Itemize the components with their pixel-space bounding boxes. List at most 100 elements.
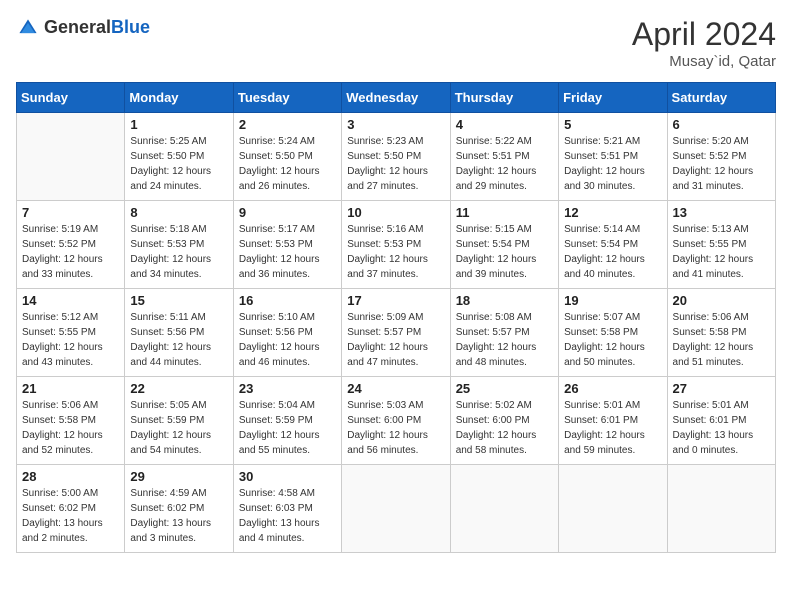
calendar-subtitle: Musay`id, Qatar: [632, 53, 776, 70]
day-cell: [667, 465, 775, 553]
day-info: Sunrise: 5:10 AMSunset: 5:56 PMDaylight:…: [239, 310, 336, 370]
day-info: Sunrise: 5:09 AMSunset: 5:57 PMDaylight:…: [347, 310, 444, 370]
day-cell: 20 Sunrise: 5:06 AMSunset: 5:58 PMDayligh…: [667, 289, 775, 377]
day-cell: [450, 465, 558, 553]
day-info: Sunrise: 5:12 AMSunset: 5:55 PMDaylight:…: [22, 310, 119, 370]
day-info: Sunrise: 5:06 AMSunset: 5:58 PMDaylight:…: [22, 398, 119, 458]
day-cell: 6Sunrise: 5:20 AMSunset: 5:52 PMDaylight…: [667, 113, 775, 201]
title-block: April 2024 Musay`id, Qatar: [632, 16, 776, 70]
day-cell: 18 Sunrise: 5:08 AMSunset: 5:57 PMDayligh…: [450, 289, 558, 377]
day-number: 17: [347, 293, 444, 308]
day-cell: 14Sunrise: 5:12 AMSunset: 5:55 PMDayligh…: [17, 289, 125, 377]
logo-icon: [16, 16, 40, 40]
day-cell: 27 Sunrise: 5:01 AMSunset: 6:01 PMDayligh…: [667, 377, 775, 465]
day-info: Sunrise: 5:04 AMSunset: 5:59 PMDaylight:…: [239, 398, 336, 458]
day-info: Sunrise: 5:24 AMSunset: 5:50 PMDaylight:…: [239, 134, 336, 194]
day-number: 1: [130, 117, 227, 132]
day-number: 27: [673, 381, 770, 396]
day-number: 16: [239, 293, 336, 308]
week-row-5: 28Sunrise: 5:00 AMSunset: 6:02 PMDayligh…: [17, 465, 776, 553]
day-cell: 11Sunrise: 5:15 AMSunset: 5:54 PMDayligh…: [450, 201, 558, 289]
header-cell-monday: Monday: [125, 83, 233, 113]
week-row-3: 14Sunrise: 5:12 AMSunset: 5:55 PMDayligh…: [17, 289, 776, 377]
day-number: 9: [239, 205, 336, 220]
calendar-table: SundayMondayTuesdayWednesdayThursdayFrid…: [16, 82, 776, 553]
day-cell: 8Sunrise: 5:18 AMSunset: 5:53 PMDaylight…: [125, 201, 233, 289]
day-info: Sunrise: 5:01 AMSunset: 6:01 PMDaylight:…: [564, 398, 661, 458]
day-info: Sunrise: 5:25 AMSunset: 5:50 PMDaylight:…: [130, 134, 227, 194]
day-number: 26: [564, 381, 661, 396]
day-number: 12: [564, 205, 661, 220]
day-cell: 15 Sunrise: 5:11 AMSunset: 5:56 PMDayligh…: [125, 289, 233, 377]
day-number: 15: [130, 293, 227, 308]
day-number: 3: [347, 117, 444, 132]
day-info: Sunrise: 5:13 AMSunset: 5:55 PMDaylight:…: [673, 222, 770, 282]
day-cell: 28Sunrise: 5:00 AMSunset: 6:02 PMDayligh…: [17, 465, 125, 553]
day-info: Sunrise: 5:16 AMSunset: 5:53 PMDaylight:…: [347, 222, 444, 282]
day-cell: 26 Sunrise: 5:01 AMSunset: 6:01 PMDayligh…: [559, 377, 667, 465]
day-number: 29: [130, 469, 227, 484]
day-number: 28: [22, 469, 119, 484]
day-number: 2: [239, 117, 336, 132]
logo: GeneralBlue: [16, 16, 150, 40]
day-info: Sunrise: 5:22 AMSunset: 5:51 PMDaylight:…: [456, 134, 553, 194]
day-number: 8: [130, 205, 227, 220]
day-cell: 17 Sunrise: 5:09 AMSunset: 5:57 PMDayligh…: [342, 289, 450, 377]
logo-text-blue: Blue: [111, 17, 150, 37]
day-cell: [342, 465, 450, 553]
day-cell: 1 Sunrise: 5:25 AMSunset: 5:50 PMDaylight…: [125, 113, 233, 201]
day-info: Sunrise: 5:02 AMSunset: 6:00 PMDaylight:…: [456, 398, 553, 458]
day-cell: 23Sunrise: 5:04 AMSunset: 5:59 PMDayligh…: [233, 377, 341, 465]
calendar-title: April 2024: [632, 16, 776, 53]
day-info: Sunrise: 5:23 AMSunset: 5:50 PMDaylight:…: [347, 134, 444, 194]
day-info: Sunrise: 5:01 AMSunset: 6:01 PMDaylight:…: [673, 398, 770, 458]
day-cell: 25 Sunrise: 5:02 AMSunset: 6:00 PMDayligh…: [450, 377, 558, 465]
header-row: SundayMondayTuesdayWednesdayThursdayFrid…: [17, 83, 776, 113]
day-info: Sunrise: 5:11 AMSunset: 5:56 PMDaylight:…: [130, 310, 227, 370]
day-number: 7: [22, 205, 119, 220]
day-number: 24: [347, 381, 444, 396]
day-info: Sunrise: 5:15 AMSunset: 5:54 PMDaylight:…: [456, 222, 553, 282]
day-cell: 13Sunrise: 5:13 AMSunset: 5:55 PMDayligh…: [667, 201, 775, 289]
day-info: Sunrise: 5:05 AMSunset: 5:59 PMDaylight:…: [130, 398, 227, 458]
day-cell: 12 Sunrise: 5:14 AMSunset: 5:54 PMDayligh…: [559, 201, 667, 289]
day-cell: 19 Sunrise: 5:07 AMSunset: 5:58 PMDayligh…: [559, 289, 667, 377]
day-cell: 22Sunrise: 5:05 AMSunset: 5:59 PMDayligh…: [125, 377, 233, 465]
day-number: 5: [564, 117, 661, 132]
day-cell: 5 Sunrise: 5:21 AMSunset: 5:51 PMDaylight…: [559, 113, 667, 201]
logo-text-general: General: [44, 17, 111, 37]
day-cell: 30Sunrise: 4:58 AMSunset: 6:03 PMDayligh…: [233, 465, 341, 553]
header-cell-tuesday: Tuesday: [233, 83, 341, 113]
day-info: Sunrise: 5:20 AMSunset: 5:52 PMDaylight:…: [673, 134, 770, 194]
week-row-4: 21 Sunrise: 5:06 AMSunset: 5:58 PMDayligh…: [17, 377, 776, 465]
day-cell: 4Sunrise: 5:22 AMSunset: 5:51 PMDaylight…: [450, 113, 558, 201]
day-info: Sunrise: 4:59 AMSunset: 6:02 PMDaylight:…: [130, 486, 227, 546]
day-cell: 9Sunrise: 5:17 AMSunset: 5:53 PMDaylight…: [233, 201, 341, 289]
week-row-2: 7 Sunrise: 5:19 AMSunset: 5:52 PMDaylight…: [17, 201, 776, 289]
day-number: 21: [22, 381, 119, 396]
day-cell: 29 Sunrise: 4:59 AMSunset: 6:02 PMDayligh…: [125, 465, 233, 553]
day-number: 10: [347, 205, 444, 220]
day-cell: 16 Sunrise: 5:10 AMSunset: 5:56 PMDayligh…: [233, 289, 341, 377]
day-number: 19: [564, 293, 661, 308]
day-number: 18: [456, 293, 553, 308]
page-header: GeneralBlue April 2024 Musay`id, Qatar: [16, 16, 776, 70]
day-info: Sunrise: 5:21 AMSunset: 5:51 PMDaylight:…: [564, 134, 661, 194]
header-cell-friday: Friday: [559, 83, 667, 113]
day-info: Sunrise: 5:07 AMSunset: 5:58 PMDaylight:…: [564, 310, 661, 370]
day-cell: 2 Sunrise: 5:24 AMSunset: 5:50 PMDaylight…: [233, 113, 341, 201]
day-info: Sunrise: 5:19 AMSunset: 5:52 PMDaylight:…: [22, 222, 119, 282]
day-info: Sunrise: 5:08 AMSunset: 5:57 PMDaylight:…: [456, 310, 553, 370]
day-cell: 10 Sunrise: 5:16 AMSunset: 5:53 PMDayligh…: [342, 201, 450, 289]
day-info: Sunrise: 5:14 AMSunset: 5:54 PMDaylight:…: [564, 222, 661, 282]
day-cell: 21 Sunrise: 5:06 AMSunset: 5:58 PMDayligh…: [17, 377, 125, 465]
header-cell-thursday: Thursday: [450, 83, 558, 113]
day-number: 20: [673, 293, 770, 308]
header-cell-sunday: Sunday: [17, 83, 125, 113]
day-number: 30: [239, 469, 336, 484]
day-info: Sunrise: 5:06 AMSunset: 5:58 PMDaylight:…: [673, 310, 770, 370]
day-number: 25: [456, 381, 553, 396]
day-cell: [17, 113, 125, 201]
header-cell-wednesday: Wednesday: [342, 83, 450, 113]
day-cell: 24Sunrise: 5:03 AMSunset: 6:00 PMDayligh…: [342, 377, 450, 465]
